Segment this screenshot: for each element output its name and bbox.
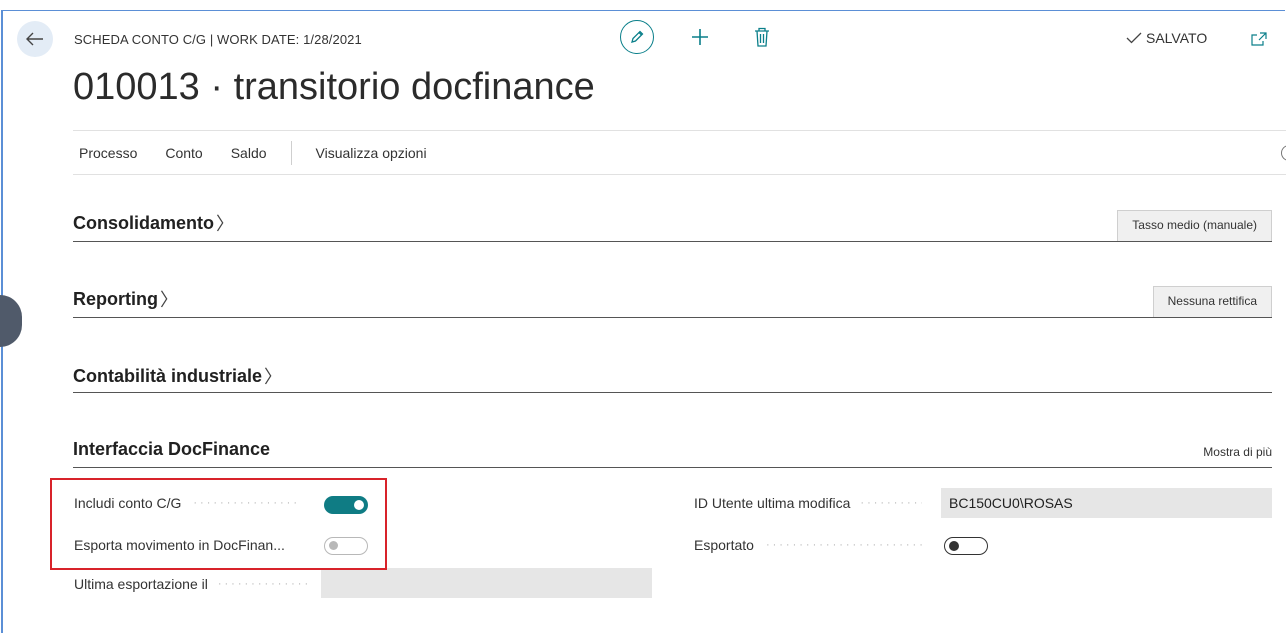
field-ultima-esportazione: Ultima esportazione il ·················… bbox=[74, 576, 310, 592]
label-dots: ········································… bbox=[765, 539, 926, 551]
action-saldo[interactable]: Saldo bbox=[225, 145, 273, 161]
page-caption: SCHEDA CONTO C/G | WORK DATE: 1/28/2021 bbox=[74, 32, 362, 47]
ultima-esportazione-value bbox=[321, 568, 652, 598]
esportato-label: Esportato bbox=[694, 537, 754, 553]
check-icon bbox=[1126, 32, 1142, 44]
consolidamento-value: Tasso medio (manuale) bbox=[1117, 210, 1272, 241]
id-utente-label: ID Utente ultima modifica bbox=[694, 495, 851, 511]
reporting-value: Nessuna rettifica bbox=[1152, 286, 1272, 317]
action-separator bbox=[290, 140, 292, 165]
page-title: 010013 · transitorio docfinance bbox=[73, 66, 595, 108]
section-consolidamento-header[interactable]: Consolidamento 〉 bbox=[73, 210, 234, 236]
section-reporting: Reporting 〉 Nessuna rettifica bbox=[73, 286, 1272, 318]
section-contabilita-header[interactable]: Contabilità industriale 〉 bbox=[73, 363, 282, 389]
action-processo[interactable]: Processo bbox=[73, 145, 143, 161]
new-button[interactable] bbox=[688, 25, 712, 49]
pencil-icon bbox=[631, 30, 644, 43]
field-esportato: Esportato ······························… bbox=[694, 537, 926, 553]
back-button[interactable] bbox=[17, 21, 53, 57]
saved-status: SALVATO bbox=[1126, 30, 1207, 46]
popout-button[interactable] bbox=[1250, 31, 1268, 47]
section-contabilita-industriale: Contabilità industriale 〉 bbox=[73, 363, 1272, 393]
highlight-annotation bbox=[50, 478, 387, 570]
section-interfaccia-title[interactable]: Interfaccia DocFinance bbox=[73, 439, 270, 460]
chevron-right-icon: 〉 bbox=[264, 367, 283, 387]
section-consolidamento-title: Consolidamento bbox=[73, 212, 215, 233]
field-id-utente: ID Utente ultima modifica ··············… bbox=[694, 495, 922, 511]
action-bar: Processo Conto Saldo Visualizza opzioni bbox=[73, 130, 1286, 175]
ultima-esportazione-label: Ultima esportazione il bbox=[74, 576, 208, 592]
edit-button[interactable] bbox=[620, 20, 654, 54]
saved-label: SALVATO bbox=[1146, 30, 1208, 46]
section-consolidamento: Consolidamento 〉 Tasso medio (manuale) bbox=[73, 210, 1272, 242]
toggle-knob bbox=[949, 541, 959, 551]
delete-button[interactable] bbox=[752, 26, 772, 48]
section-contabilita-title: Contabilità industriale bbox=[73, 365, 263, 386]
section-interfaccia-docfinance: Interfaccia DocFinance Mostra di più bbox=[73, 439, 1272, 468]
section-reporting-header[interactable]: Reporting 〉 bbox=[73, 286, 178, 312]
esportato-toggle[interactable] bbox=[944, 537, 988, 555]
chevron-right-icon: 〉 bbox=[216, 214, 235, 234]
chevron-right-icon: 〉 bbox=[160, 290, 178, 310]
label-dots: ········································… bbox=[217, 578, 310, 590]
label-dots: ········································… bbox=[860, 497, 923, 509]
arrow-left-icon bbox=[26, 32, 43, 46]
id-utente-value: BC150CU0\ROSAS bbox=[941, 488, 1272, 518]
show-more-link[interactable]: Mostra di più bbox=[1203, 445, 1272, 459]
action-visualizza-opzioni[interactable]: Visualizza opzioni bbox=[310, 145, 433, 161]
action-conto[interactable]: Conto bbox=[159, 145, 208, 161]
section-reporting-title: Reporting bbox=[73, 288, 158, 309]
